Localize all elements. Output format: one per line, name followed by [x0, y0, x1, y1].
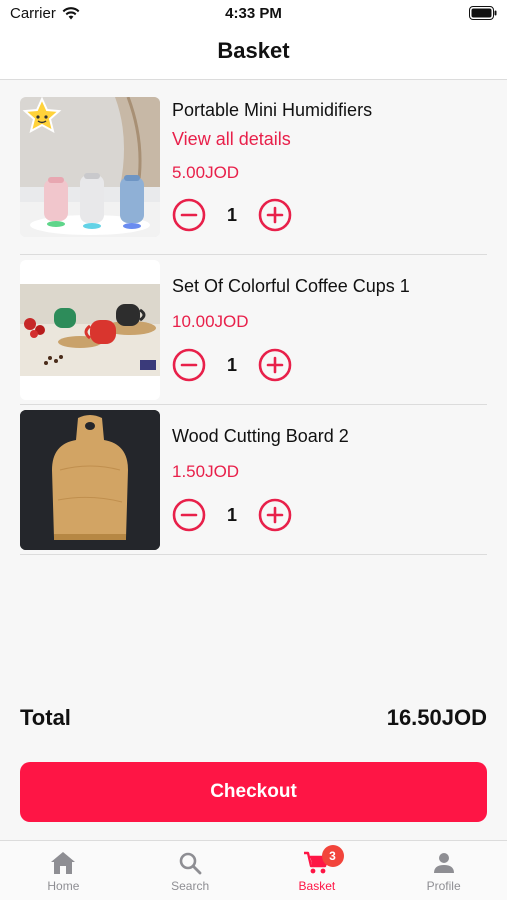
decrease-quantity-button[interactable]: [172, 498, 206, 532]
basket-item: Set Of Colorful Coffee Cups 1 10.00JOD 1: [20, 255, 487, 405]
item-price: 1.50JOD: [172, 462, 240, 481]
nav-header: Basket: [0, 30, 507, 80]
decrease-quantity-button[interactable]: [172, 348, 206, 382]
tab-label: Basket: [298, 879, 336, 893]
status-bar: Carrier 4:33 PM: [0, 0, 507, 30]
basket-item-list: Portable Mini Humidifiers View all detai…: [0, 80, 507, 555]
basket-item: Wood Cutting Board 2 1.50JOD 1: [20, 405, 487, 555]
page-title: Basket: [217, 38, 290, 63]
increase-quantity-button[interactable]: [258, 348, 292, 382]
decrease-quantity-button[interactable]: [172, 198, 206, 232]
increase-quantity-button[interactable]: [258, 498, 292, 532]
quantity-stepper: 1: [172, 198, 292, 232]
basket-item: Portable Mini Humidifiers View all detai…: [20, 80, 487, 255]
checkout-button[interactable]: Checkout: [20, 762, 487, 822]
product-image-coffee-cups[interactable]: [20, 260, 160, 400]
tab-label: Home: [47, 879, 80, 893]
quantity-value: 1: [226, 504, 237, 525]
tab-bar: Home Search 3 Basket Profile: [0, 840, 507, 900]
total-row: Total 16.50JOD: [20, 705, 487, 737]
tab-basket[interactable]: 3 Basket: [254, 841, 381, 900]
quantity-stepper: 1: [172, 498, 292, 532]
tab-profile[interactable]: Profile: [380, 841, 507, 900]
item-price: 10.00JOD: [172, 312, 249, 331]
quantity-value: 1: [226, 204, 237, 225]
quantity-value: 1: [226, 354, 237, 375]
tab-home[interactable]: Home: [0, 841, 127, 900]
product-image-humidifiers[interactable]: [20, 97, 160, 237]
view-details-link[interactable]: View all details: [172, 129, 291, 150]
search-icon: [179, 852, 202, 875]
item-price: 5.00JOD: [172, 163, 240, 182]
increase-quantity-button[interactable]: [258, 198, 292, 232]
item-name: Portable Mini Humidifiers: [172, 100, 373, 120]
quantity-stepper: 1: [172, 348, 292, 382]
cart-count-badge: 3: [321, 845, 344, 867]
tab-label: Search: [171, 879, 210, 893]
status-time: 4:33 PM: [225, 5, 282, 22]
tab-search[interactable]: Search: [127, 841, 254, 900]
tab-label: Profile: [426, 879, 461, 893]
battery-icon: [469, 6, 497, 20]
profile-icon: [433, 853, 454, 873]
total-value: 16.50JOD: [386, 705, 487, 730]
item-name: Wood Cutting Board 2: [172, 426, 349, 446]
product-image-cutting-board[interactable]: [20, 410, 160, 550]
item-name: Set Of Colorful Coffee Cups 1: [172, 276, 410, 296]
total-label: Total: [20, 705, 71, 730]
home-icon: [51, 852, 76, 874]
